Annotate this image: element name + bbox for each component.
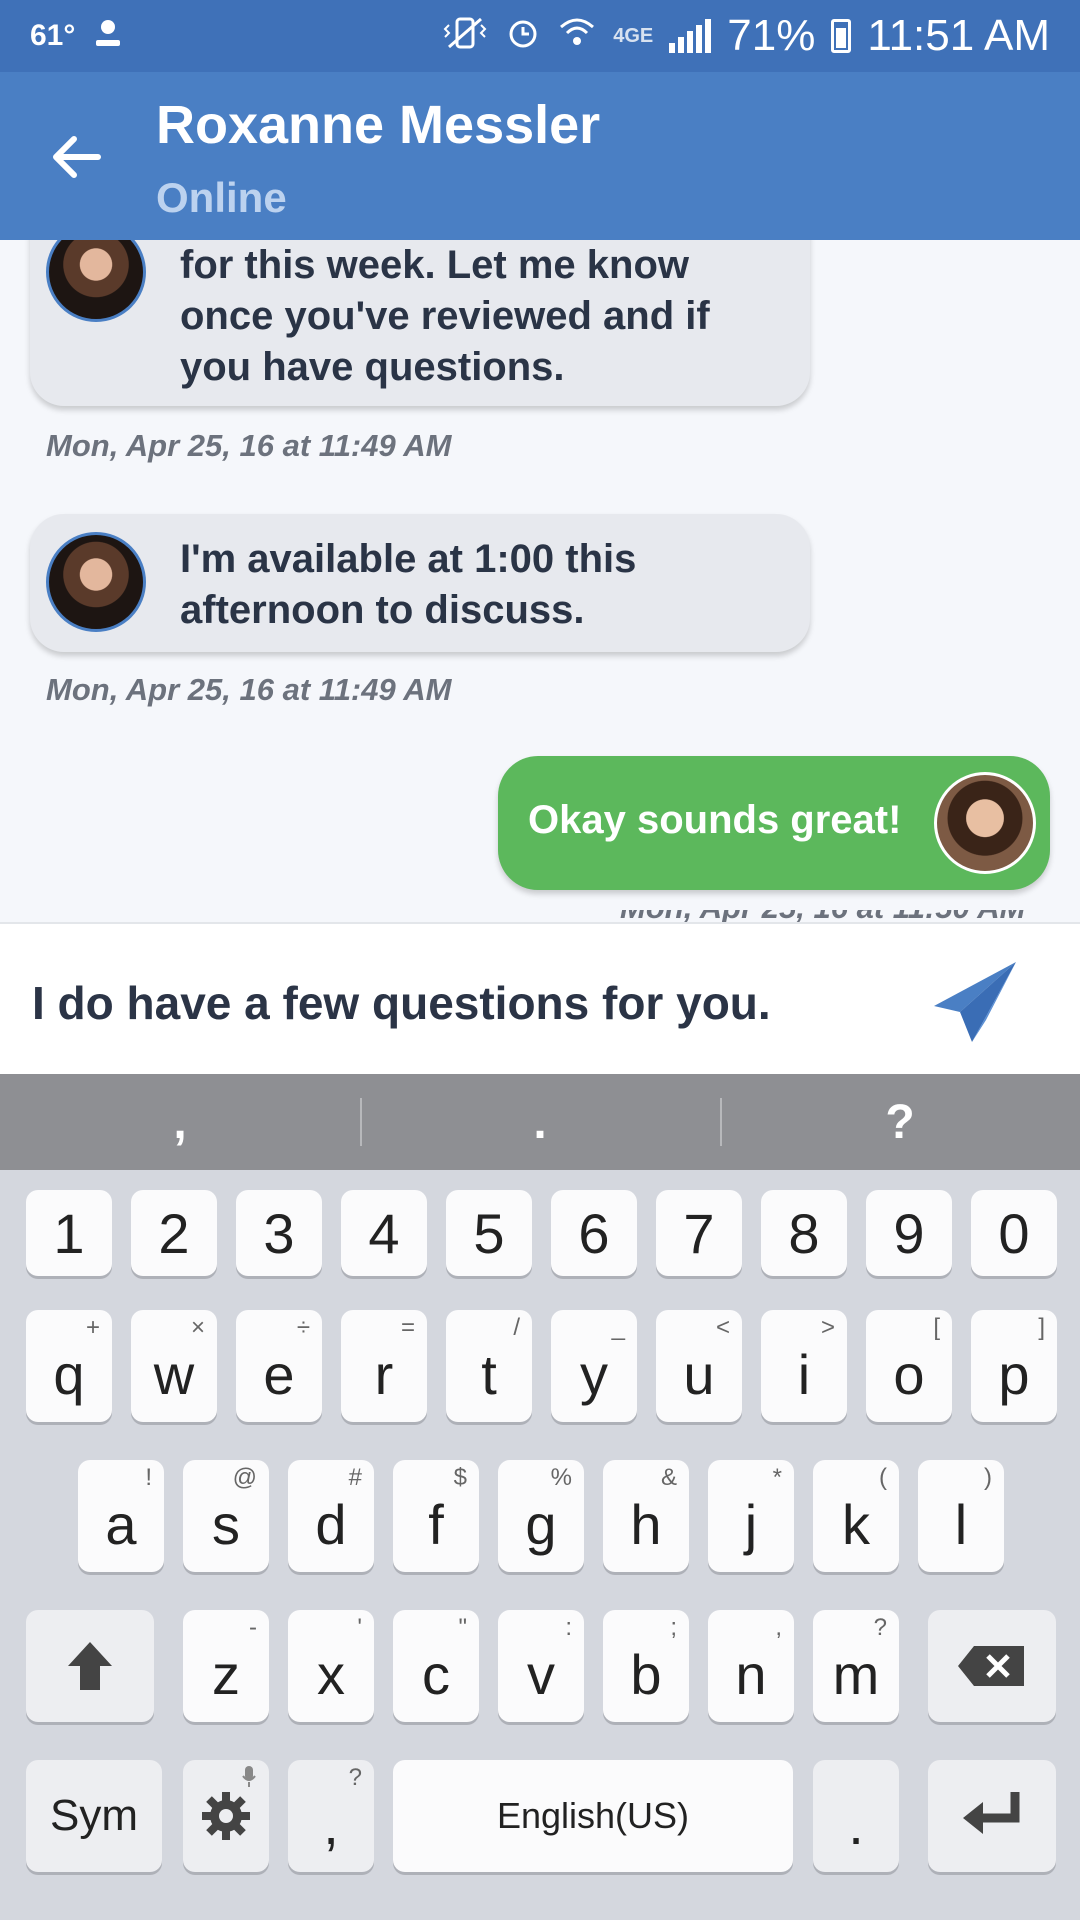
key-d[interactable]: # d <box>288 1460 374 1572</box>
clock: 11:51 AM <box>867 11 1050 60</box>
message-text: for this week. Let me know once you've r… <box>180 243 710 389</box>
key-z[interactable]: -z <box>183 1610 269 1722</box>
battery-percent: 71% <box>727 11 816 60</box>
key-u[interactable]: < u <box>656 1310 742 1422</box>
key-t[interactable]: / t <box>446 1310 532 1422</box>
key-s[interactable]: @ s <box>183 1460 269 1572</box>
key-n[interactable]: ,n <box>708 1610 794 1722</box>
key-9[interactable]: 9 <box>866 1190 952 1276</box>
key-5[interactable]: 5 <box>446 1190 532 1276</box>
suggestion-bar: , . ? <box>0 1074 1080 1170</box>
key-7[interactable]: 7 <box>656 1190 742 1276</box>
period-key[interactable]: . <box>813 1760 899 1872</box>
gear-icon <box>202 1792 250 1840</box>
key-w[interactable]: × w <box>131 1310 217 1422</box>
status-bar: 61° 4GE 71% 11:51 AM <box>0 0 1080 72</box>
status-right: 4GE 71% 11:51 AM <box>441 11 1050 61</box>
shift-key[interactable] <box>26 1610 154 1722</box>
status-left: 61° <box>30 16 123 56</box>
key-r[interactable]: = r <box>341 1310 427 1422</box>
key-v[interactable]: :v <box>498 1610 584 1722</box>
outgoing-message-bubble[interactable]: Okay sounds great! <box>498 756 1050 890</box>
wifi-icon <box>557 15 597 57</box>
key-b[interactable]: ; b <box>603 1610 689 1722</box>
key-a[interactable]: ! a <box>78 1460 164 1572</box>
message-text: Okay sounds great! <box>528 798 902 842</box>
key-c[interactable]: " c <box>393 1610 479 1722</box>
battery-icon <box>831 19 852 53</box>
arrow-left-icon <box>53 136 101 178</box>
key-e[interactable]: ÷ e <box>236 1310 322 1422</box>
suggestion-question[interactable]: ? <box>720 1074 1080 1170</box>
shift-arrow-icon <box>68 1642 112 1690</box>
alarm-icon <box>505 15 541 57</box>
send-button[interactable] <box>930 956 1022 1048</box>
message-composer <box>0 922 1080 1076</box>
sender-avatar <box>46 532 146 632</box>
comma-key[interactable]: ?, <box>288 1760 374 1872</box>
incoming-message-bubble[interactable]: I'm available at 1:00 this afternoon to … <box>30 514 810 652</box>
temperature: 61° <box>30 19 76 52</box>
keyboard: 1 2 3 4 5 6 7 8 9 0 + q × w ÷ e = r / t _ y < u… <box>0 1170 1080 1920</box>
chat-header: Roxanne Messler Online <box>0 72 1080 240</box>
key-f[interactable]: $ f <box>393 1460 479 1572</box>
key-p[interactable]: ] p <box>971 1310 1057 1422</box>
sender-avatar <box>46 240 146 322</box>
backspace-icon <box>958 1646 1024 1686</box>
contact-name[interactable]: Roxanne Messler <box>156 94 600 156</box>
message-timestamp-clipped: Mon, Apr 25, 16 at 11:50 AM <box>620 910 1040 922</box>
key-1[interactable]: 1 <box>26 1190 112 1276</box>
key-i[interactable]: > i <box>761 1310 847 1422</box>
contact-status: Online <box>156 174 287 221</box>
app-notification-icon <box>93 16 123 56</box>
key-q[interactable]: + q <box>26 1310 112 1422</box>
space-key[interactable]: English(US) <box>393 1760 793 1872</box>
key-o[interactable]: [o <box>866 1310 952 1422</box>
user-avatar <box>934 772 1036 874</box>
signal-icon <box>669 19 712 53</box>
key-4[interactable]: 4 <box>341 1190 427 1276</box>
sym-key[interactable]: Sym <box>26 1760 162 1872</box>
key-y[interactable]: _ y <box>551 1310 637 1422</box>
incoming-message-bubble[interactable]: for this week. Let me know once you've r… <box>30 240 810 406</box>
enter-key[interactable] <box>928 1760 1056 1872</box>
key-2[interactable]: 2 <box>131 1190 217 1276</box>
vibrate-mute-icon <box>441 15 489 57</box>
key-8[interactable]: 8 <box>761 1190 847 1276</box>
message-text: I'm available at 1:00 this afternoon to … <box>180 537 637 632</box>
message-timestamp: Mon, Apr 25, 16 at 11:49 AM <box>46 672 452 707</box>
network-type: 4GE <box>613 24 654 47</box>
message-input[interactable] <box>30 972 914 1034</box>
message-timestamp: Mon, Apr 25, 16 at 11:49 AM <box>46 428 452 463</box>
key-g[interactable]: % g <box>498 1460 584 1572</box>
settings-key[interactable] <box>183 1760 269 1872</box>
backspace-key[interactable] <box>928 1610 1056 1722</box>
key-m[interactable]: ? m <box>813 1610 899 1722</box>
back-button[interactable] <box>40 122 110 192</box>
key-l[interactable]: ) l <box>918 1460 1004 1572</box>
suggestion-period[interactable]: . <box>360 1074 720 1170</box>
key-3[interactable]: 3 <box>236 1190 322 1276</box>
key-6[interactable]: 6 <box>551 1190 637 1276</box>
enter-icon <box>963 1792 1020 1834</box>
key-j[interactable]: * j <box>708 1460 794 1572</box>
paper-plane-icon <box>934 962 1016 1042</box>
key-h[interactable]: & h <box>603 1460 689 1572</box>
key-x[interactable]: ' x <box>288 1610 374 1722</box>
key-0[interactable]: 0 <box>971 1190 1057 1276</box>
key-k[interactable]: (k <box>813 1460 899 1572</box>
suggestion-comma[interactable]: , <box>0 1074 360 1170</box>
microphone-icon <box>241 1764 257 1795</box>
message-list[interactable]: for this week. Let me know once you've r… <box>0 240 1080 922</box>
